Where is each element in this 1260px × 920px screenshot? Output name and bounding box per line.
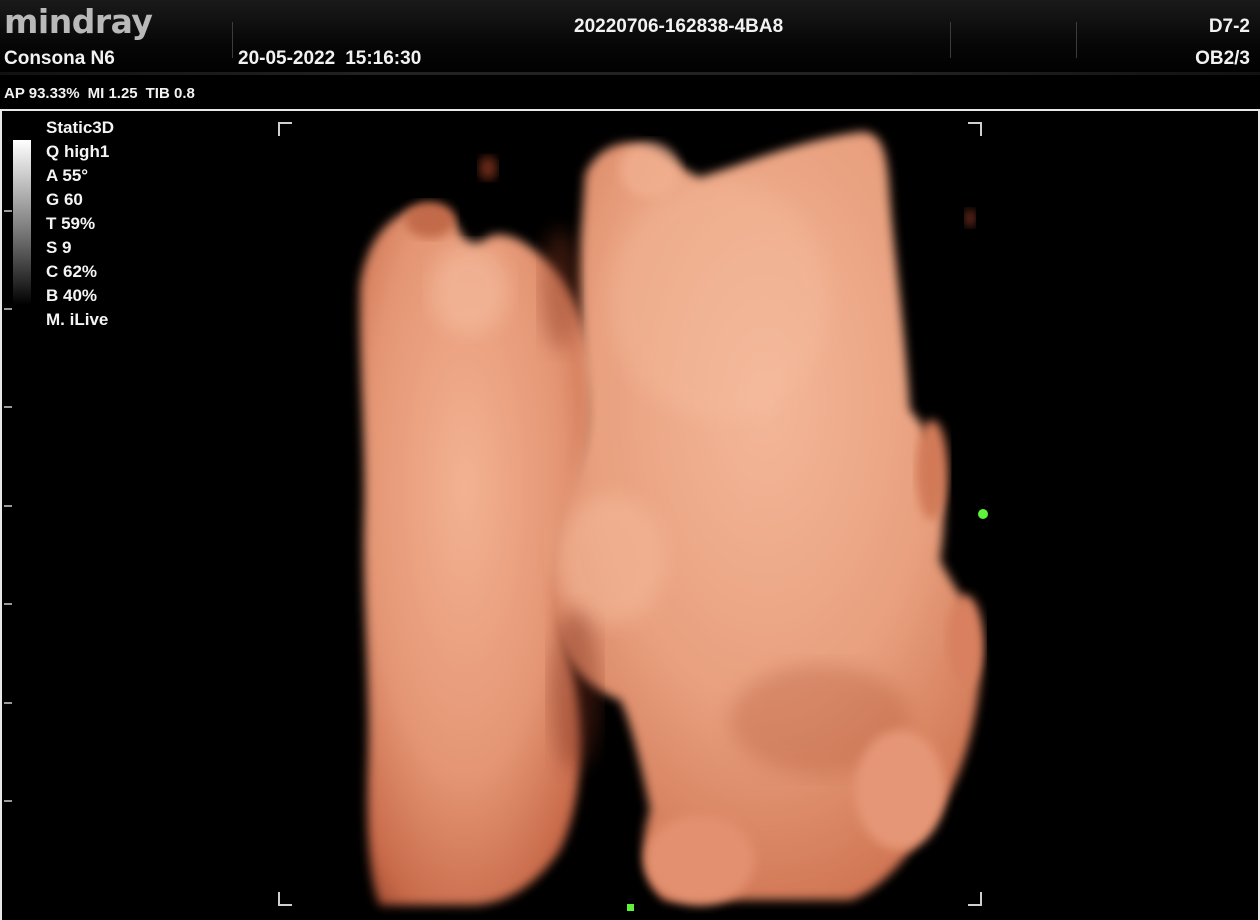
roi-corner-bottom-right[interactable] (968, 892, 982, 906)
param-brightness: B 40% (46, 286, 98, 305)
param-threshold: T 59% (46, 214, 96, 233)
depth-scale-tick (4, 702, 12, 704)
render-highlight (610, 180, 830, 420)
roi-corner-bottom-left[interactable] (278, 892, 292, 906)
param-quality: Q high1 (46, 142, 110, 161)
param-angle: A 55° (46, 166, 89, 185)
render-lobe (947, 595, 983, 685)
depth-scale-tick (4, 210, 12, 212)
roi-corner-top-left[interactable] (278, 122, 292, 136)
depth-scale-tick (4, 505, 12, 507)
imaging-parameters: Static3D Q high1 A 55° G 60 T 59% S 9 C … (46, 116, 114, 332)
imaging-mode: Static3D (46, 118, 115, 137)
param-contrast: C 62% (46, 262, 98, 281)
render-shadow (540, 230, 580, 350)
depth-scale-tick (4, 308, 12, 310)
volume-render (359, 131, 983, 905)
render-lobe (405, 202, 455, 238)
center-marker-icon[interactable] (627, 904, 634, 911)
render-speck (479, 156, 497, 180)
depth-scale-tick (4, 800, 12, 802)
render-highlight (430, 245, 510, 335)
focus-marker-icon[interactable] (978, 509, 988, 519)
render-speck (965, 209, 975, 227)
roi-corner-top-right[interactable] (968, 122, 982, 136)
param-smooth: S 9 (46, 238, 72, 257)
depth-scale-tick (4, 406, 12, 408)
render-lobe (645, 815, 755, 905)
render-lobe (916, 420, 948, 520)
render-lobe (855, 730, 945, 850)
param-gain: G 60 (46, 190, 83, 209)
param-render-mode: M. iLive (46, 310, 109, 329)
render-highlight (620, 142, 680, 198)
render-shadow (550, 610, 600, 770)
render-highlight (555, 495, 665, 625)
grayscale-map-bar (13, 140, 31, 305)
depth-scale-tick (4, 603, 12, 605)
